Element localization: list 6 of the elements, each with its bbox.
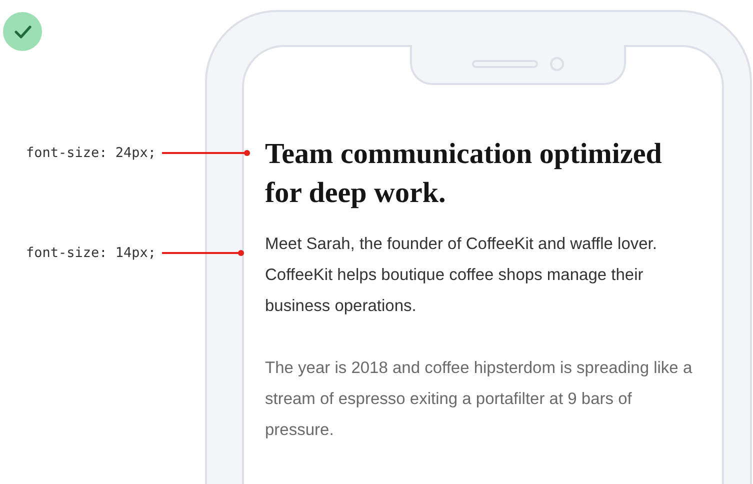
annotation-label: font-size: 24px; bbox=[26, 144, 156, 163]
annotation-label: font-size: 14px; bbox=[26, 244, 156, 263]
body-paragraph: Meet Sarah, the founder of CoffeeKit and waffle lover. CoffeeKit helps boutique coffee shops manage their business operations. bbox=[265, 234, 658, 317]
body-paragraph: The year is 2018 and coffee hipsterdom is spreading like a stream of espresso exiting a portafilter at 9 bars of pressure. bbox=[265, 358, 694, 441]
check-icon bbox=[14, 24, 32, 38]
heading: Team communication optimized for deep work. bbox=[265, 137, 663, 211]
